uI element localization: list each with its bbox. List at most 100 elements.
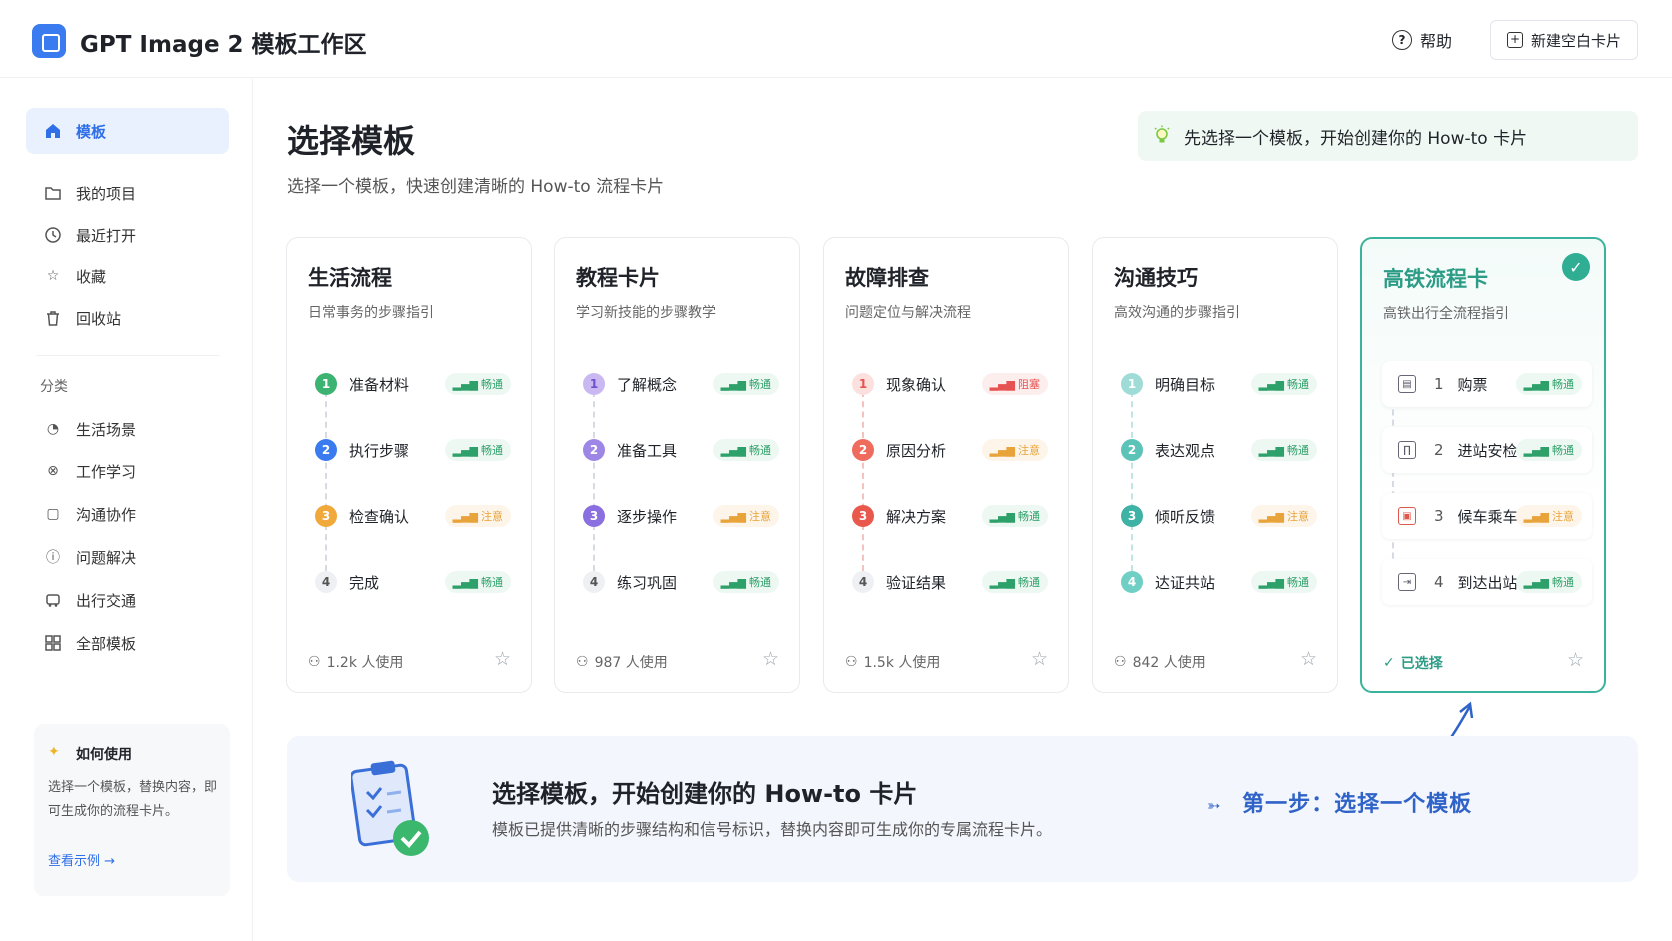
category-item-life[interactable]: ◔ 生活场景 (26, 406, 229, 452)
step-row: 4 达证共站 ▂▄▆ 畅通 (1121, 562, 1317, 602)
favorite-star-icon[interactable]: ☆ (1300, 648, 1317, 670)
step-row: 4 验证结果 ▂▄▆ 畅通 (852, 562, 1048, 602)
usage-count: ⚇ 1.2k 人使用 (308, 652, 403, 672)
usage-count: ⚇ 842 人使用 (1114, 652, 1206, 672)
train-icon: ▣ (1398, 507, 1416, 525)
step-number: 2 (583, 439, 605, 461)
step-number: 2 (1121, 439, 1143, 461)
view-example-link[interactable]: 查看示例 → (48, 850, 115, 869)
app-title: GPT Image 2 模板工作区 (80, 32, 367, 58)
step-row: 4 练习巩固 ▂▄▆ 畅通 (583, 562, 779, 602)
signal-text: 畅通 (749, 576, 771, 589)
clipboard-check-icon (351, 760, 429, 856)
how-to-title: 如何使用 (76, 747, 132, 763)
step-label: 候车乘车 (1457, 507, 1518, 526)
gate-icon: ∏ (1398, 441, 1416, 459)
signal-badge: ▂▄▆ 注意 (1250, 505, 1317, 527)
signal-text: 畅通 (1287, 378, 1309, 391)
lightbulb-icon (1152, 125, 1172, 147)
step-row: 3 倾听反馈 ▂▄▆ 注意 (1121, 496, 1317, 536)
signal-bars-icon: ▂▄▆ (720, 509, 746, 523)
signal-text: 注意 (481, 510, 503, 523)
signal-bars-icon: ▂▄▆ (1258, 509, 1284, 523)
plus-square-icon: + (1506, 32, 1523, 48)
category-label: 全部模板 (76, 634, 137, 653)
step-number: 4 (1121, 571, 1143, 593)
exit-icon: ⇥ (1398, 573, 1416, 591)
signal-bars-icon: ▂▄▆ (1523, 443, 1549, 457)
template-card-life[interactable]: 生活流程 日常事务的步骤指引 1 准备材料 ▂▄▆ 畅通 2 执行步骤 ▂▄▆ 畅通 3 检查… (286, 237, 532, 693)
signal-bars-icon: ▂▄▆ (1523, 575, 1549, 589)
step-row: 1 现象确认 ▂▄▆ 阻塞 (852, 364, 1048, 404)
step-label: 现象确认 (886, 375, 947, 394)
users-icon: ⚇ (845, 654, 858, 670)
tip-text: 先选择一个模板，开始创建你的 How-to 卡片 (1184, 128, 1528, 149)
template-card-high-speed-rail[interactable]: ✓ 高铁流程卡 高铁出行全流程指引 ▤ 1 购票 ▂▄▆ 畅通 ∏ 2 进站安检 ▂▄▆ 畅通 … (1360, 237, 1606, 693)
template-card-communication[interactable]: 沟通技巧 高效沟通的步骤指引 1 明确目标 ▂▄▆ 畅通 2 表达观点 ▂▄▆ 畅通 3 倾听… (1092, 237, 1338, 693)
first-step-hint: ➳ 第一步：选择一个模板 (1207, 786, 1472, 818)
chat-icon: ▢ (46, 506, 60, 522)
signal-bars-icon: ▂▄▆ (1258, 575, 1284, 589)
favorite-star-icon[interactable]: ☆ (494, 648, 511, 670)
step-label: 原因分析 (886, 441, 947, 460)
template-card-troubleshoot[interactable]: 故障排查 问题定位与解决流程 1 现象确认 ▂▄▆ 阻塞 2 原因分析 ▂▄▆ 注意 3 解决… (823, 237, 1069, 693)
users-icon: ⚇ (576, 654, 589, 670)
sidebar-item-favorites[interactable]: ☆ 收藏 (26, 253, 229, 299)
category-item-problem[interactable]: ⓘ 问题解决 (26, 534, 229, 580)
step-number: 1 (852, 373, 874, 395)
category-item-transport[interactable]: 出行交通 (26, 577, 229, 623)
signal-badge: ▂▄▆ 畅通 (712, 439, 779, 461)
step-connector (1131, 391, 1133, 571)
card-desc: 问题定位与解决流程 (845, 305, 971, 321)
card-title: 教程卡片 (576, 266, 660, 290)
users-icon: ⚇ (1114, 654, 1127, 670)
favorite-star-icon[interactable]: ☆ (762, 648, 779, 670)
card-title: 沟通技巧 (1114, 266, 1198, 290)
step-row: 2 原因分析 ▂▄▆ 注意 (852, 430, 1048, 470)
signal-badge: ▂▄▆ 注意 (712, 505, 779, 527)
sidebar-item-my-projects[interactable]: 我的项目 (26, 170, 229, 216)
banner-text: 模板已提供清晰的步骤结构和信号标识，替换内容即可生成你的专属流程卡片。 (492, 820, 1053, 839)
category-label: 问题解决 (76, 548, 137, 567)
step-row: 2 准备工具 ▂▄▆ 畅通 (583, 430, 779, 470)
category-item-communication[interactable]: ▢ 沟通协作 (26, 491, 229, 537)
signal-text: 畅通 (1287, 576, 1309, 589)
signal-text: 畅通 (1552, 378, 1574, 391)
category-item-all[interactable]: 全部模板 (26, 620, 229, 666)
tip-banner: 先选择一个模板，开始创建你的 How-to 卡片 (1138, 111, 1638, 161)
category-section-label: 分类 (40, 379, 68, 395)
step-row: ⇥ 4 到达出站 ▂▄▆ 畅通 (1382, 559, 1592, 605)
sparkle-icon: ✦ (48, 744, 60, 760)
card-desc: 高效沟通的步骤指引 (1114, 305, 1240, 321)
hint-text: 第一步：选择一个模板 (1242, 792, 1473, 817)
signal-bars-icon: ▂▄▆ (720, 575, 746, 589)
usage-text: 987 人使用 (594, 655, 668, 671)
signal-text: 畅通 (749, 378, 771, 391)
signal-badge: ▂▄▆ 畅通 (1515, 439, 1582, 461)
sidebar-item-templates[interactable]: 模板 (26, 108, 229, 154)
sidebar-item-trash[interactable]: 回收站 (26, 295, 229, 341)
new-blank-card-button[interactable]: + 新建空白卡片 (1490, 20, 1638, 60)
help-button[interactable]: ? 帮助 (1392, 28, 1452, 52)
favorite-star-icon[interactable]: ☆ (1031, 648, 1048, 670)
favorite-star-icon[interactable]: ☆ (1567, 649, 1584, 671)
step-row: ∏ 2 进站安检 ▂▄▆ 畅通 (1382, 427, 1592, 473)
step-connector (325, 391, 327, 571)
step-label: 练习巩固 (617, 573, 678, 592)
category-item-work[interactable]: ⊗ 工作学习 (26, 448, 229, 494)
card-title: 高铁流程卡 (1383, 267, 1488, 291)
step-connector (862, 391, 864, 571)
sidebar-item-label: 收藏 (76, 267, 107, 286)
signal-badge: ▂▄▆ 畅通 (981, 571, 1048, 593)
signal-badge: ▂▄▆ 畅通 (712, 373, 779, 395)
step-label: 逐步操作 (617, 507, 678, 526)
signal-text: 注意 (1552, 510, 1574, 523)
signal-text: 阻塞 (1018, 378, 1040, 391)
usage-count: ⚇ 987 人使用 (576, 652, 668, 672)
signal-badge: ▂▄▆ 注意 (444, 505, 511, 527)
step-number: 4 (1434, 573, 1444, 591)
sidebar-item-recent[interactable]: 最近打开 (26, 212, 229, 258)
start-banner: 选择模板，开始创建你的 How-to 卡片 模板已提供清晰的步骤结构和信号标识，… (287, 736, 1638, 882)
step-row: 1 了解概念 ▂▄▆ 畅通 (583, 364, 779, 404)
template-card-tutorial[interactable]: 教程卡片 学习新技能的步骤教学 1 了解概念 ▂▄▆ 畅通 2 准备工具 ▂▄▆ 畅通 3逐… (554, 237, 800, 693)
